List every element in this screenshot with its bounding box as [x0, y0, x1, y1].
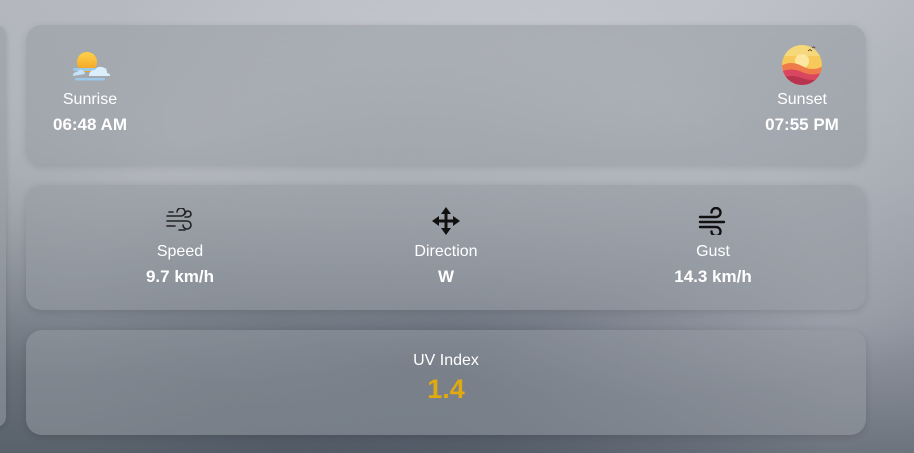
- uv-index-card: UV Index 1.4: [26, 330, 866, 435]
- sunrise-section: Sunrise 06:48 AM: [40, 45, 140, 135]
- uv-index-label: UV Index: [413, 352, 479, 369]
- wind-gust-value: 14.3 km/h: [674, 267, 752, 286]
- wind-speed-label: Speed: [156, 243, 204, 260]
- wind-speed-value: 9.7 km/h: [145, 267, 215, 286]
- sunrise-label: Sunrise: [62, 91, 118, 108]
- wind-direction-label: Direction: [414, 243, 478, 260]
- sunset-section: Sunset 07:55 PM: [752, 45, 852, 135]
- uv-index-value: 1.4: [427, 374, 465, 404]
- sunset-time: 07:55 PM: [765, 115, 839, 134]
- sunset-icon: [752, 45, 852, 85]
- wind-speed-icon: [80, 205, 280, 237]
- sun-times-card: Sunrise 06:48 AM Sunset 07:55 PM: [26, 25, 866, 165]
- wind-gust-label: Gust: [696, 243, 730, 260]
- sunrise-icon: [40, 45, 140, 85]
- sunset-label: Sunset: [777, 91, 827, 108]
- wind-gust-icon: [613, 205, 813, 237]
- wind-direction-value: W: [437, 267, 455, 286]
- uv-index-section: UV Index 1.4: [26, 352, 866, 405]
- wind-speed-section: Speed 9.7 km/h: [80, 205, 280, 287]
- direction-arrows-icon: [346, 205, 546, 237]
- wind-direction-section: Direction W: [346, 205, 546, 287]
- wind-card: Speed 9.7 km/h Direction W Gust 14.3 km/…: [26, 185, 866, 310]
- sunrise-time: 06:48 AM: [52, 115, 127, 134]
- side-panel-edge: [0, 25, 6, 427]
- wind-gust-section: Gust 14.3 km/h: [613, 205, 813, 287]
